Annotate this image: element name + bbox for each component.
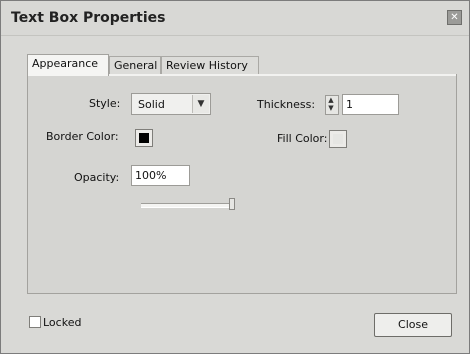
thickness-label: Thickness:: [257, 98, 316, 111]
style-label: Style:: [89, 97, 121, 110]
dialog-title: Text Box Properties: [11, 10, 166, 26]
tab-review-history[interactable]: Review History: [161, 56, 259, 74]
fill-color-fill: [333, 134, 343, 144]
opacity-input[interactable]: 100%: [131, 165, 190, 186]
opacity-label: Opacity:: [74, 171, 120, 184]
spinner-arrows: ▲▼: [327, 96, 335, 112]
opacity-slider-thumb[interactable]: [229, 198, 235, 210]
border-color-swatch[interactable]: [135, 129, 153, 147]
opacity-slider-track[interactable]: [141, 203, 235, 208]
tab-appearance[interactable]: Appearance: [27, 54, 109, 76]
border-color-fill: [139, 133, 149, 143]
text-box-properties-dialog: Text Box Properties ✕ Appearance General…: [0, 0, 470, 354]
close-icon[interactable]: ✕: [447, 10, 462, 25]
style-value: Solid: [138, 98, 165, 111]
fill-color-label: Fill Color:: [277, 132, 328, 145]
border-color-label: Border Color:: [46, 130, 119, 143]
title-bar[interactable]: Text Box Properties ✕: [1, 1, 469, 36]
tab-general[interactable]: General: [109, 56, 161, 74]
thickness-input[interactable]: 1: [342, 94, 399, 115]
up-down-arrows-icon[interactable]: ▲▼: [325, 95, 339, 115]
fill-color-swatch[interactable]: [329, 130, 347, 148]
style-dropdown[interactable]: Solid ▼: [131, 93, 211, 115]
chevron-down-icon[interactable]: ▼: [192, 95, 209, 113]
locked-checkbox[interactable]: [29, 316, 41, 328]
close-button[interactable]: Close: [374, 313, 452, 337]
locked-label: Locked: [43, 316, 82, 329]
